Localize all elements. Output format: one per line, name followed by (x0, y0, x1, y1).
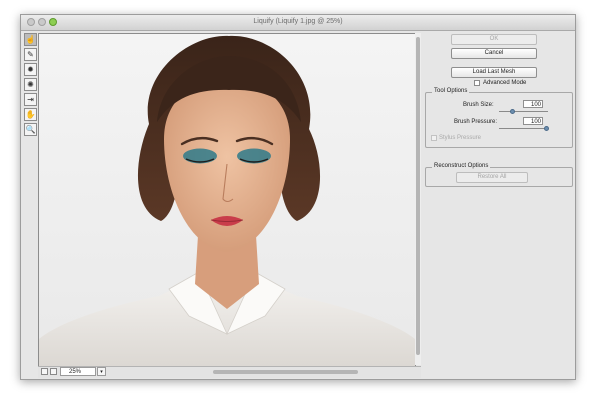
stylus-pressure-checkbox[interactable] (431, 135, 437, 141)
vertical-scrollbar[interactable] (415, 33, 421, 365)
liquify-window: Liquify (Liquify 1.jpg @ 25%) ☝ ✎ ✹ ✺ ⇥ … (20, 14, 576, 380)
tool-options-title: Tool Options (432, 88, 470, 94)
advanced-mode-label: Advanced Mode (483, 80, 527, 86)
brush-size-slider[interactable] (499, 111, 548, 112)
zoom-tool[interactable]: 🔍 (24, 123, 37, 136)
forward-warp-tool[interactable]: ☝ (24, 33, 37, 46)
reconstruct-tool[interactable]: ✎ (24, 48, 37, 61)
zoom-dropdown-arrow[interactable]: ▾ (97, 367, 106, 376)
pucker-icon: ✹ (27, 64, 34, 74)
window-title: Liquify (Liquify 1.jpg @ 25%) (253, 18, 343, 25)
reconstruct-icon: ✎ (27, 49, 34, 59)
horizontal-scroll-thumb[interactable] (213, 370, 358, 374)
push-left-icon: ⇥ (27, 94, 34, 104)
cancel-button[interactable]: Cancel (451, 48, 537, 59)
bloat-tool[interactable]: ✺ (24, 78, 37, 91)
title-bar: Liquify (Liquify 1.jpg @ 25%) (21, 15, 575, 31)
ok-button[interactable]: OK (451, 34, 537, 45)
options-panel: OK Cancel Load Last Mesh Advanced Mode T… (422, 30, 575, 379)
brush-pressure-label: Brush Pressure: (454, 119, 498, 125)
image-canvas[interactable] (38, 33, 416, 367)
reconstruct-options-group: Reconstruct Options Restore All (425, 163, 573, 187)
bloat-icon: ✺ (27, 79, 34, 89)
status-bar: 25% ▾ (38, 366, 421, 378)
zoom-out-button[interactable] (41, 368, 48, 375)
tool-options-group: Tool Options Brush Size: 100 Brush Press… (425, 88, 573, 148)
brush-pressure-slider-knob[interactable] (544, 126, 549, 131)
brush-pressure-input[interactable]: 100 (523, 117, 543, 125)
brush-size-slider-knob[interactable] (510, 109, 515, 114)
push-left-tool[interactable]: ⇥ (24, 93, 37, 106)
advanced-mode-checkbox[interactable] (474, 80, 480, 86)
zoom-icon: 🔍 (25, 124, 36, 134)
load-last-mesh-button[interactable]: Load Last Mesh (451, 67, 537, 78)
zoom-level-field[interactable]: 25% (60, 367, 96, 376)
right-eye-shadow (237, 148, 271, 164)
left-eye-shadow (183, 148, 217, 164)
hand-tool[interactable]: ✋ (24, 108, 37, 121)
forward-warp-icon: ☝ (25, 34, 36, 44)
portrait-image (39, 34, 415, 366)
brush-size-input[interactable]: 100 (523, 100, 543, 108)
zoom-in-button[interactable] (50, 368, 57, 375)
restore-all-button[interactable]: Restore All (456, 172, 528, 183)
tools-palette: ☝ ✎ ✹ ✺ ⇥ ✋ 🔍 (24, 33, 37, 138)
brush-pressure-slider[interactable] (499, 128, 548, 129)
stylus-pressure-label: Stylus Pressure (439, 135, 482, 141)
vertical-scroll-thumb[interactable] (416, 37, 420, 355)
brush-size-label: Brush Size: (463, 102, 494, 108)
hand-icon: ✋ (25, 109, 36, 119)
reconstruct-options-title: Reconstruct Options (432, 163, 491, 169)
pucker-tool[interactable]: ✹ (24, 63, 37, 76)
